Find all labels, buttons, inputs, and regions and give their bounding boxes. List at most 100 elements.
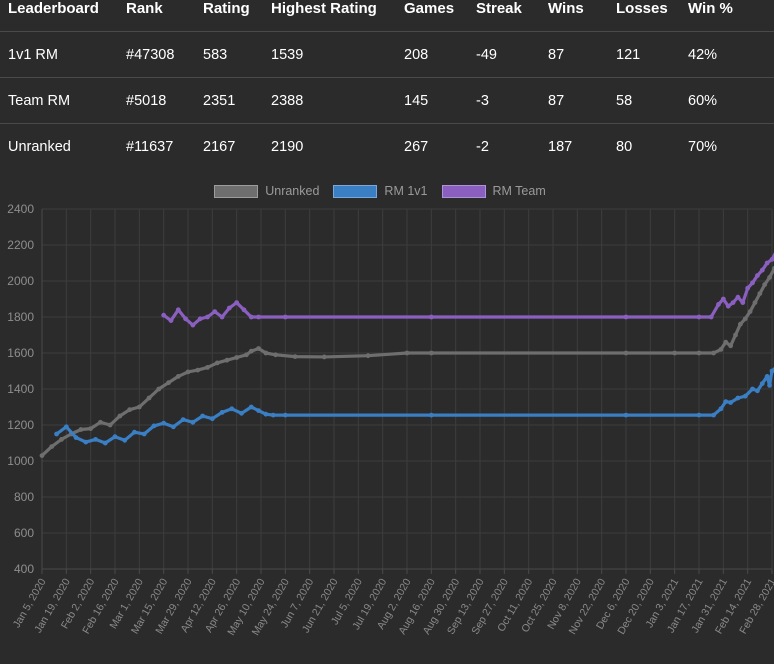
data-point [49, 444, 55, 449]
data-point [723, 399, 729, 404]
data-point [428, 314, 434, 320]
y-axis-tick-label: 400 [14, 562, 34, 576]
data-point [229, 406, 235, 412]
data-point [205, 314, 210, 320]
data-point [737, 321, 743, 327]
data-point [112, 434, 118, 440]
data-point [623, 350, 629, 356]
data-point [735, 395, 741, 401]
data-point [696, 350, 702, 356]
data-point [263, 350, 269, 356]
data-point [672, 350, 678, 356]
data-point [190, 322, 196, 328]
cell-streak: -2 [476, 123, 548, 169]
data-point [742, 316, 748, 322]
data-point [747, 309, 753, 314]
data-point [752, 300, 758, 305]
data-point [764, 374, 770, 379]
data-point [39, 453, 45, 458]
data-point [195, 367, 201, 373]
data-point [282, 314, 288, 320]
data-point [292, 354, 298, 359]
data-point [234, 355, 240, 360]
data-point [171, 424, 176, 430]
column-header-wins: Wins [548, 0, 584, 17]
y-axis-tick-label: 1800 [7, 310, 34, 324]
data-point [54, 431, 59, 437]
y-axis-tick-label: 1200 [7, 418, 34, 432]
data-point [733, 332, 738, 338]
data-point [63, 424, 69, 430]
y-axis-tick-label: 1600 [7, 346, 34, 360]
chart-plot-area: 400 600 800 1000 1200 1400 1600 1800 2000 2200 240… [0, 203, 774, 649]
cell-leaderboard: Unranked [0, 123, 126, 169]
data-point [239, 410, 244, 416]
data-point [107, 422, 113, 428]
data-point [83, 439, 89, 445]
data-point [759, 381, 765, 386]
data-point [122, 437, 128, 443]
data-point [117, 413, 123, 419]
data-point [256, 346, 261, 351]
legend-item[interactable]: RM Team [441, 184, 546, 198]
data-point [730, 300, 736, 305]
data-point [270, 412, 276, 418]
data-point [88, 426, 94, 431]
data-point [209, 416, 215, 422]
column-header-rank: Rank [126, 0, 163, 17]
data-point [263, 411, 269, 417]
data-point [151, 423, 157, 429]
legend-item[interactable]: Unranked [214, 184, 319, 198]
series-line-rm-team [162, 252, 774, 327]
data-point [102, 440, 108, 446]
data-point [623, 412, 629, 418]
data-point [248, 404, 254, 410]
data-point [98, 419, 103, 425]
table-body: 1v1 RM #47308 583 1539 208 -49 87 121 42… [0, 31, 774, 169]
cell-rating: 583 [203, 31, 271, 78]
cell-wins: 87 [548, 77, 616, 124]
y-axis-tick-label: 800 [14, 490, 34, 504]
cell-win-pct: 70% [688, 123, 774, 169]
cell-wins: 187 [548, 123, 616, 169]
legend-item[interactable]: RM 1v1 [333, 184, 428, 198]
data-point [161, 312, 167, 318]
data-point [428, 412, 434, 418]
data-point [175, 374, 181, 379]
cell-highest-rating: 2388 [271, 77, 404, 124]
data-point [711, 412, 716, 418]
data-point [200, 413, 206, 419]
table-row: 1v1 RM #47308 583 1539 208 -49 87 121 42… [0, 31, 774, 78]
data-point [136, 404, 142, 410]
cell-win-pct: 42% [688, 31, 774, 78]
data-point [759, 267, 765, 273]
legend-swatch [214, 184, 259, 198]
data-point [214, 360, 220, 366]
data-point [735, 294, 741, 300]
data-point [755, 388, 760, 394]
column-header-losses: Losses [616, 0, 668, 17]
data-point [197, 316, 203, 322]
cell-rank: #11637 [126, 123, 203, 169]
data-point [78, 427, 84, 432]
cell-win-pct: 60% [688, 77, 774, 124]
y-axis-tick-label: 1400 [7, 382, 34, 396]
data-point [728, 343, 734, 349]
y-axis-tick-label: 2200 [7, 238, 34, 252]
data-point [219, 314, 225, 320]
column-header-highest-rating: Highest Rating [271, 0, 377, 17]
data-point [750, 386, 755, 392]
cell-leaderboard: 1v1 RM [0, 31, 126, 78]
data-point [234, 300, 240, 305]
data-point [132, 429, 137, 435]
data-point [723, 339, 729, 345]
cell-highest-rating: 2190 [271, 123, 404, 169]
data-point [716, 302, 721, 307]
data-point [696, 314, 702, 320]
table-row: Team RM #5018 2351 2388 145 -3 87 58 60% [0, 77, 774, 124]
data-point [93, 437, 98, 442]
data-point [767, 383, 772, 388]
data-point [404, 350, 410, 356]
y-axis-tick-label: 2000 [7, 274, 34, 288]
data-point [226, 305, 232, 311]
